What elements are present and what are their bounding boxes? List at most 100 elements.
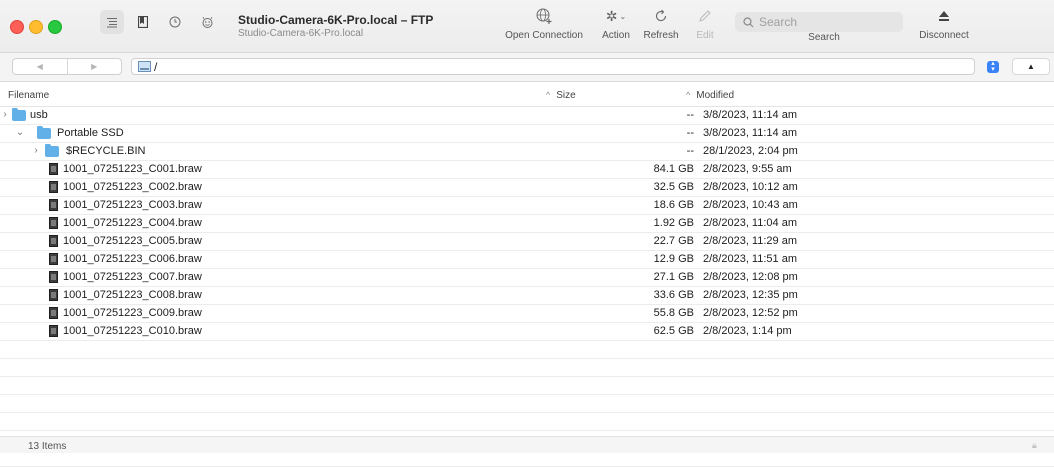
ftp-browser-window: Studio-Camera-6K-Pro.local – FTP Studio-… — [0, 0, 1054, 467]
action-button[interactable]: ✲ ⌄ Action — [598, 4, 634, 42]
search-field[interactable] — [735, 12, 903, 32]
drive-icon — [138, 61, 151, 72]
list-item[interactable]: 1001_07251223_C006.braw 12.9 GB 2/8/2023… — [0, 251, 1054, 269]
list-item[interactable]: 1001_07251223_C001.braw 84.1 GB 2/8/2023… — [0, 161, 1054, 179]
file-modified: 2/8/2023, 9:55 am — [703, 163, 792, 175]
bookmarks-button[interactable] — [131, 10, 155, 34]
list-item[interactable]: › $RECYCLE.BIN -- 28/1/2023, 2:04 pm — [0, 143, 1054, 161]
refresh-label: Refresh — [643, 30, 679, 41]
file-size: 84.1 GB — [653, 163, 694, 175]
history-button[interactable] — [163, 10, 187, 34]
braw-file-icon — [49, 235, 58, 247]
file-name: 1001_07251223_C010.braw — [63, 325, 202, 337]
path-selector[interactable]: / — [131, 58, 975, 75]
up-arrow-icon: ▲ — [1027, 62, 1035, 71]
forward-arrow-icon: ▶ — [91, 62, 98, 71]
file-list: › usb -- 3/8/2023, 11:14 am ⌄ Portable S… — [0, 107, 1054, 467]
file-name: 1001_07251223_C008.braw — [63, 289, 202, 301]
clock-icon — [169, 16, 181, 28]
sort-chevron-icon: ^ — [686, 90, 691, 100]
disclosure-expanded-icon[interactable]: ⌄ — [15, 127, 25, 138]
list-item[interactable]: 1001_07251223_C002.braw 32.5 GB 2/8/2023… — [0, 179, 1054, 197]
search-toolbar-item: Search — [806, 32, 842, 43]
file-name: usb — [30, 109, 48, 121]
file-modified: 28/1/2023, 2:04 pm — [703, 145, 798, 157]
empty-row — [0, 395, 1054, 413]
status-bar: 13 Items 🔒︎ — [0, 436, 1054, 453]
file-modified: 2/8/2023, 12:35 pm — [703, 289, 798, 301]
disclosure-collapsed-icon[interactable]: › — [0, 109, 10, 120]
disconnect-button[interactable]: Disconnect — [915, 4, 973, 41]
eject-icon — [939, 11, 949, 21]
braw-file-icon — [49, 271, 58, 283]
chevron-down-icon: ▾ — [991, 66, 995, 73]
list-item[interactable]: › usb -- 3/8/2023, 11:14 am — [0, 107, 1054, 125]
disclosure-collapsed-icon[interactable]: › — [31, 145, 41, 156]
column-filename[interactable]: Filename — [8, 90, 49, 101]
globe-plus-icon — [536, 8, 552, 24]
file-modified: 2/8/2023, 10:12 am — [703, 181, 798, 193]
file-name: 1001_07251223_C005.braw — [63, 235, 202, 247]
empty-row — [0, 359, 1054, 377]
file-size: 32.5 GB — [653, 181, 694, 193]
toolbar: Studio-Camera-6K-Pro.local – FTP Studio-… — [0, 0, 1054, 53]
braw-file-icon — [49, 307, 58, 319]
open-connection-label: Open Connection — [505, 30, 583, 41]
list-item[interactable]: 1001_07251223_C008.braw 33.6 GB 2/8/2023… — [0, 287, 1054, 305]
column-size[interactable]: ^ Size — [546, 90, 576, 101]
edit-label: Edit — [696, 30, 714, 41]
file-modified: 2/8/2023, 12:08 pm — [703, 271, 798, 283]
file-modified: 2/8/2023, 12:52 pm — [703, 307, 798, 319]
outline-view-button[interactable] — [100, 10, 124, 34]
file-name: 1001_07251223_C007.braw — [63, 271, 202, 283]
search-input[interactable] — [759, 15, 889, 29]
minimize-window-button[interactable] — [29, 20, 43, 34]
back-button[interactable]: ◀ — [13, 59, 68, 74]
list-item[interactable]: 1001_07251223_C009.braw 55.8 GB 2/8/2023… — [0, 305, 1054, 323]
refresh-icon — [655, 9, 667, 22]
file-size: 22.7 GB — [653, 235, 694, 247]
list-item[interactable]: 1001_07251223_C004.braw 1.92 GB 2/8/2023… — [0, 215, 1054, 233]
file-size: 1.92 GB — [653, 217, 694, 229]
parent-directory-button[interactable]: ▲ — [1012, 58, 1050, 75]
path-bar: ◀ ▶ / ▴ ▾ ▲ — [0, 53, 1054, 82]
empty-row — [0, 377, 1054, 395]
file-modified: 3/8/2023, 11:14 am — [703, 127, 797, 139]
column-modified-label: Modified — [696, 90, 735, 101]
open-connection-button[interactable]: Open Connection — [505, 4, 583, 41]
edit-button[interactable]: Edit — [690, 4, 720, 41]
window-subtitle: Studio-Camera-6K-Pro.local — [238, 28, 364, 39]
outline-view-icon — [107, 17, 117, 27]
file-name: $RECYCLE.BIN — [66, 145, 146, 157]
back-arrow-icon: ◀ — [36, 62, 43, 71]
list-item[interactable]: 1001_07251223_C010.braw 62.5 GB 2/8/2023… — [0, 323, 1054, 341]
file-modified: 2/8/2023, 10:43 am — [703, 199, 798, 211]
search-icon — [743, 16, 754, 27]
list-item[interactable]: ⌄ Portable SSD -- 3/8/2023, 11:14 am — [0, 125, 1054, 143]
refresh-button[interactable]: Refresh — [640, 4, 682, 41]
list-item[interactable]: 1001_07251223_C003.braw 18.6 GB 2/8/2023… — [0, 197, 1054, 215]
forward-button[interactable]: ▶ — [68, 59, 122, 74]
file-size: 27.1 GB — [653, 271, 694, 283]
column-modified[interactable]: ^ Modified — [686, 90, 734, 101]
file-modified: 2/8/2023, 11:51 am — [703, 253, 797, 265]
file-name: Portable SSD — [57, 127, 124, 139]
braw-file-icon — [49, 163, 58, 175]
list-item[interactable]: 1001_07251223_C007.braw 27.1 GB 2/8/2023… — [0, 269, 1054, 287]
zoom-window-button[interactable] — [48, 20, 62, 34]
close-window-button[interactable] — [10, 20, 24, 34]
braw-file-icon — [49, 217, 58, 229]
folder-icon — [37, 126, 51, 139]
bookmark-icon — [138, 16, 148, 28]
file-size: 12.9 GB — [653, 253, 694, 265]
file-modified: 2/8/2023, 11:04 am — [703, 217, 797, 229]
file-size: 62.5 GB — [653, 325, 694, 337]
file-name: 1001_07251223_C002.braw — [63, 181, 202, 193]
file-modified: 2/8/2023, 1:14 pm — [703, 325, 792, 337]
empty-row — [0, 341, 1054, 359]
path-dropdown-stepper[interactable]: ▴ ▾ — [987, 60, 999, 73]
bonjour-button[interactable] — [195, 10, 219, 34]
sort-chevron-icon: ^ — [546, 90, 551, 100]
list-item[interactable]: 1001_07251223_C005.braw 22.7 GB 2/8/2023… — [0, 233, 1054, 251]
file-modified: 2/8/2023, 11:29 am — [703, 235, 797, 247]
